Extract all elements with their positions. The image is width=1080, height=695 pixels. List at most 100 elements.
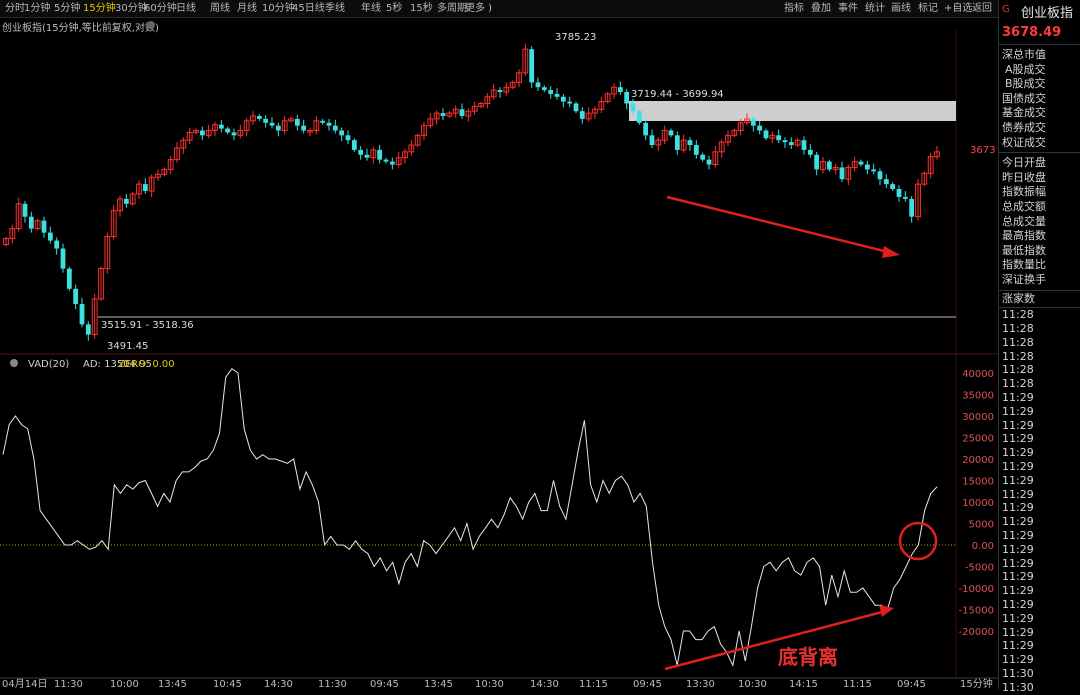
candle-body [700, 154, 706, 160]
side-item: 深证换手 [1002, 273, 1046, 286]
side-item: 11:28 [1002, 322, 1034, 335]
candle-body [750, 118, 756, 126]
candle-body [294, 118, 300, 126]
candle-body [28, 216, 34, 229]
time-tick-label: 13:30 [686, 679, 715, 689]
resistance-zone [629, 101, 956, 121]
candle-body [256, 116, 262, 119]
candle-body [687, 140, 693, 146]
group-marker: G [1002, 4, 1010, 15]
candle-body [579, 111, 585, 119]
high-label: 3785.23 [555, 32, 596, 43]
side-item: 11:29 [1002, 391, 1034, 404]
vad-tick-label: -20000 [959, 627, 994, 638]
side-item: 11:29 [1002, 556, 1034, 570]
side-item: 11:29 [1002, 653, 1034, 667]
side-item: 总成交量 [1002, 214, 1046, 228]
index-title[interactable]: 创业板指 [1021, 2, 1073, 21]
side-item: B股成交 [1005, 77, 1046, 91]
side-item: 11:30 [1002, 680, 1034, 694]
side-item: 11:29 [1002, 611, 1034, 625]
side-item: 11:28 [1002, 308, 1034, 322]
candle-body [560, 96, 566, 102]
time-tick-label: 13:45 [424, 679, 453, 689]
vad-tick-label: -10000 [959, 584, 994, 595]
side-item: 11:29 [1002, 487, 1034, 501]
side-item: 11:29 [1002, 432, 1034, 446]
candle-body [548, 90, 554, 94]
side-item: 11:29 [1002, 542, 1034, 556]
candle-body [541, 87, 547, 91]
time-tick-label: 10:30 [738, 679, 767, 689]
candle-body [826, 161, 832, 170]
side-item: A股成交 [1005, 62, 1046, 76]
candle-body [440, 113, 446, 117]
candle-body [73, 288, 79, 304]
side-item: 11:28 [1002, 335, 1034, 349]
candle-body [459, 109, 465, 117]
candle-body [218, 124, 224, 129]
side-item: 11:28 [1002, 377, 1034, 391]
candle-body [332, 125, 338, 131]
candle-body [674, 135, 680, 150]
candle-body [909, 198, 915, 217]
time-tick-label: 09:45 [370, 679, 399, 689]
side-item: 国债成交 [1002, 91, 1046, 105]
candle-body [339, 130, 345, 136]
side-item: 11:30 [1002, 667, 1034, 680]
candle-body [269, 122, 275, 126]
candle-body [326, 122, 332, 126]
vad-tick-label: -5000 [965, 563, 994, 574]
side-item: 11:29 [1002, 418, 1034, 432]
time-axis: 04月14日 11:30 10:00 13:45 10:45 14:30 11:30 09:4… [2, 677, 993, 689]
candle-body [896, 189, 902, 197]
candle-body [22, 203, 28, 217]
vad-tick-label: 30000 [962, 412, 994, 423]
side-item: 11:29 [1002, 473, 1034, 487]
side-item: 11:28 [1002, 349, 1034, 363]
candle-body [345, 135, 351, 141]
time-tick-label: 11:30 [318, 679, 347, 689]
time-tick-label: 09:45 [897, 679, 926, 689]
vad-axis: 40000 35000 30000 25000 20000 15000 10000 5000 0… [959, 369, 994, 638]
candle-body [60, 248, 66, 269]
time-tick-label: 14:15 [789, 679, 818, 689]
candle-body [85, 324, 91, 335]
vad-tick-label: 20000 [962, 455, 994, 466]
candle-body [377, 149, 383, 160]
upper-zone-label: 3719.44 - 3699.94 [631, 89, 724, 100]
side-item: 基金成交 [1002, 106, 1046, 120]
trend-arrow-top [666, 195, 893, 255]
candle-body [839, 167, 845, 180]
side-item: 指数量比 [1002, 258, 1046, 272]
vad-series [2, 368, 938, 668]
vad-tick-label: 15000 [962, 477, 994, 488]
time-tick-label: 14:30 [530, 679, 559, 689]
candle-body [383, 159, 389, 162]
side-item: 11:29 [1002, 639, 1034, 653]
side-item: 11:28 [1002, 363, 1034, 377]
side-item: 11:29 [1002, 460, 1034, 473]
side-item: 债券成交 [1002, 121, 1046, 134]
candle-body [668, 130, 674, 136]
candle-body [788, 142, 794, 146]
vad-tick-label: 5000 [969, 520, 994, 531]
side-item: 指数振幅 [1002, 185, 1046, 199]
vad-tick-label: 10000 [962, 498, 994, 509]
side-item: 11:29 [1002, 584, 1034, 598]
candle-body [554, 93, 560, 97]
candle-body [871, 169, 877, 172]
candle-body [636, 111, 642, 123]
candle-body [630, 103, 636, 112]
side-item: 权证成交 [1002, 135, 1046, 149]
candle-body [693, 145, 699, 155]
side-item: 11:29 [1002, 404, 1034, 418]
indicator-dot-icon[interactable] [10, 359, 18, 367]
time-tick-label: 04月14日 [2, 678, 47, 689]
vad-tick-label: -15000 [959, 606, 994, 617]
side-item: 最低指数 [1002, 243, 1046, 257]
candle-body [567, 101, 573, 104]
candle-body [275, 125, 281, 131]
side-item: 涨家数 [1002, 291, 1035, 305]
chart-area: 3719.44 - 3699.94 3515.91 - 3518.36 3785… [0, 30, 998, 689]
